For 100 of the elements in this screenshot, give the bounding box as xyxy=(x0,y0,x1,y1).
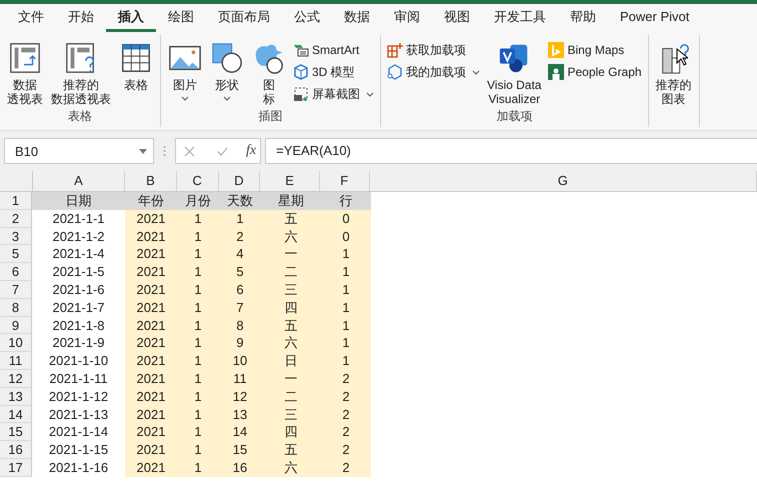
ribbon-button[interactable]: Visio Data Visualizer xyxy=(484,39,544,108)
column-header[interactable]: E xyxy=(260,171,320,191)
ribbon-button[interactable]: 图 标 xyxy=(249,39,289,108)
camera-icon xyxy=(293,86,309,102)
dropdown-arrow-icon[interactable] xyxy=(139,148,147,154)
ribbon-button[interactable]: 获取加载项 xyxy=(385,41,482,59)
ribbon-button[interactable]: 表格 xyxy=(116,39,156,108)
ribbon-tab[interactable]: 视图 xyxy=(432,4,482,32)
column-header[interactable]: F xyxy=(320,171,370,191)
table-cell: 14 xyxy=(219,423,261,442)
column-header[interactable]: G xyxy=(370,171,757,191)
ribbon-button[interactable]: 形状 xyxy=(207,39,247,108)
ribbon-tab[interactable]: 数据 xyxy=(332,4,382,32)
row-header[interactable]: 9 xyxy=(0,316,32,334)
row-header[interactable]: 10 xyxy=(0,334,32,352)
ribbon-tab[interactable]: 文件 xyxy=(6,4,56,32)
table-cell: 16 xyxy=(219,458,261,477)
table-cell: 2021 xyxy=(125,228,177,246)
row-header[interactable]: 5 xyxy=(0,245,32,264)
table-cell: 1 xyxy=(177,316,219,334)
table-cell-text: 2021-1-4 xyxy=(51,245,106,264)
table-cell: 12 xyxy=(219,388,261,406)
cube-icon xyxy=(293,64,309,80)
row-header[interactable]: 16 xyxy=(0,441,32,459)
table-cell-text: 2021-1-2 xyxy=(51,228,106,246)
ribbon-button[interactable]: 我的加载项 xyxy=(385,63,482,81)
ribbon-tab[interactable]: Power Pivot xyxy=(608,4,702,32)
table-cell: 11 xyxy=(219,370,261,388)
column-header[interactable]: B xyxy=(125,171,177,191)
ribbon-button[interactable]: 推荐的 图表 xyxy=(652,39,695,125)
table-cell: 2021 xyxy=(125,388,177,406)
ribbon-tab[interactable]: 帮助 xyxy=(558,4,608,32)
table-cell: 六 xyxy=(261,228,321,246)
table-cell: 2021 xyxy=(125,458,177,477)
ribbon-tab[interactable]: 开发工具 xyxy=(482,4,558,32)
insert-function-button[interactable]: fx xyxy=(246,143,256,159)
ribbon-button[interactable]: 图片 xyxy=(165,39,205,108)
row-header[interactable]: 8 xyxy=(0,298,32,317)
table-cell: 五 xyxy=(261,316,321,334)
ribbon-button[interactable]: 3D 模型 xyxy=(291,63,376,81)
ribbon-tab[interactable]: 绘图 xyxy=(156,4,206,32)
table-cell: 5 xyxy=(219,263,261,281)
table-cell: 8 xyxy=(219,316,261,334)
person-chart-icon xyxy=(548,64,564,80)
formula-input[interactable]: =YEAR(A10) xyxy=(265,138,757,164)
row-header[interactable]: 14 xyxy=(0,406,32,424)
row-header[interactable]: 2 xyxy=(0,210,32,228)
table-cell: 1 xyxy=(321,352,371,370)
table-cell: 2 xyxy=(321,458,371,477)
mouse-pointer-icon xyxy=(676,48,688,66)
table-cell: 1 xyxy=(177,210,219,228)
table-cell-text: 2021-1-14 xyxy=(48,423,110,442)
ribbon-tab[interactable]: 页面布局 xyxy=(206,4,282,32)
ribbon-tab[interactable]: 公式 xyxy=(282,4,332,32)
table-cell-text: 2021-1-7 xyxy=(51,298,106,317)
table-cell: 2021 xyxy=(125,441,177,459)
ribbon-button[interactable]: 推荐的 数据透视表 xyxy=(48,39,114,108)
row-header[interactable]: 12 xyxy=(0,370,32,388)
table-cell-text: 2021-1-16 xyxy=(48,458,110,477)
group-label: 表格 xyxy=(67,108,93,125)
column-header[interactable]: C xyxy=(176,171,219,191)
row-header[interactable]: 7 xyxy=(0,280,32,299)
table-cell: 1 xyxy=(177,370,219,388)
ribbon-tab[interactable]: 审阅 xyxy=(382,4,432,32)
table-cell: 2021 xyxy=(125,210,177,228)
row-header[interactable]: 11 xyxy=(0,352,32,370)
ribbon-button[interactable]: SmartArt xyxy=(291,41,376,59)
table-cell: 2021 xyxy=(125,352,177,370)
row-header[interactable]: 1 xyxy=(0,192,32,210)
table-cell: 星期 xyxy=(261,192,321,210)
table-cell: 年份 xyxy=(125,192,177,210)
row-header[interactable]: 3 xyxy=(0,228,32,246)
group-label: 插图 xyxy=(258,108,284,125)
table-cell: 13 xyxy=(219,406,261,424)
row-header[interactable]: 15 xyxy=(0,423,32,442)
table-cell: 1 xyxy=(177,245,219,264)
check-icon[interactable] xyxy=(217,146,228,156)
ribbon-button[interactable]: People Graph xyxy=(546,63,644,81)
table-cell: 五 xyxy=(261,441,321,459)
table-cell: 月份 xyxy=(177,192,219,210)
table-cell: 2021 xyxy=(125,423,177,442)
row-header[interactable]: 6 xyxy=(0,263,32,281)
table-cell: 2021 xyxy=(125,245,177,264)
table-cell-text: 2021-1-15 xyxy=(48,441,110,459)
table-cell: 1 xyxy=(321,316,371,334)
row-header[interactable]: 17 xyxy=(0,458,32,477)
ribbon-button[interactable]: 屏幕截图 xyxy=(291,85,376,103)
ribbon-tab[interactable]: 开始 xyxy=(56,4,106,32)
cancel-icon[interactable] xyxy=(184,146,195,156)
table-cell: 2 xyxy=(219,228,261,246)
drag-handle-icon[interactable] xyxy=(163,145,166,157)
ribbon-button[interactable]: 数据 透视表 xyxy=(4,39,46,108)
table-cell: 1 xyxy=(177,280,219,299)
table-cell: 天数 xyxy=(219,192,261,210)
table-cell: 日期 xyxy=(32,192,125,210)
column-header[interactable]: A xyxy=(32,171,126,191)
ribbon-button[interactable]: Bing Maps xyxy=(546,41,644,59)
row-header[interactable]: 13 xyxy=(0,388,32,406)
column-header[interactable]: D xyxy=(218,171,260,191)
name-box[interactable]: B10 xyxy=(4,138,154,164)
